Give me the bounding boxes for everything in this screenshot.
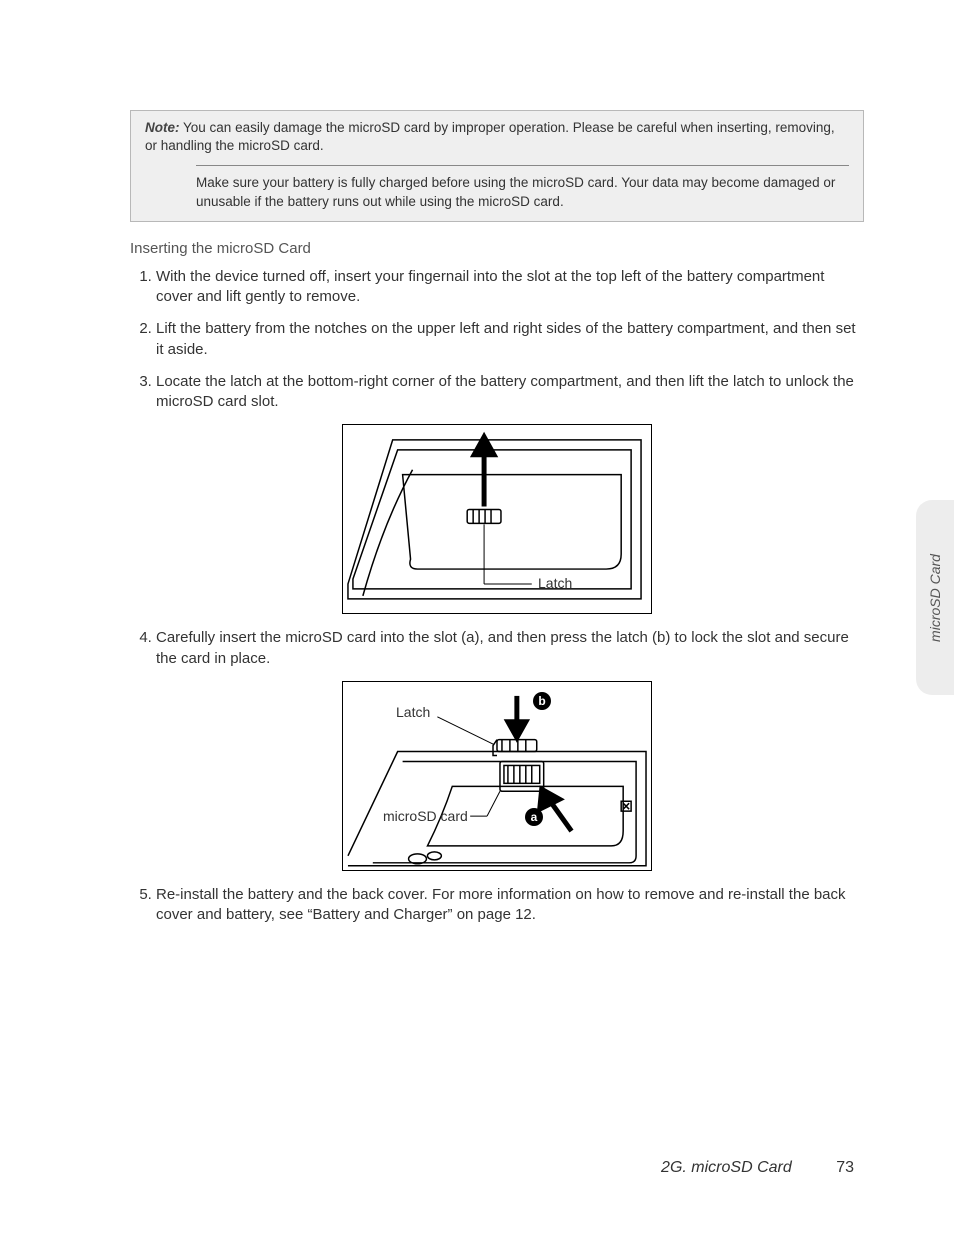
- steps-list: With the device turned off, insert your …: [130, 267, 864, 413]
- figure-2-svg: [343, 682, 651, 871]
- steps-list-2: Carefully insert the microSD card into t…: [130, 628, 864, 669]
- footer-section: 2G. microSD Card: [661, 1159, 792, 1176]
- fig2-latch-label: Latch: [396, 704, 430, 720]
- note-text-1: You can easily damage the microSD card b…: [145, 120, 835, 153]
- fig2-card-label: microSD card: [383, 808, 468, 824]
- side-tab: microSD Card: [916, 500, 954, 695]
- figure-1: Latch: [342, 424, 652, 614]
- page-footer: 2G. microSD Card 73: [661, 1159, 854, 1177]
- step-1: With the device turned off, insert your …: [156, 267, 864, 308]
- step-5: Re-install the battery and the back cove…: [156, 885, 864, 926]
- footer-page-number: 73: [836, 1159, 854, 1176]
- note-label: Note:: [145, 120, 180, 135]
- section-heading: Inserting the microSD Card: [130, 240, 864, 257]
- steps-list-3: Re-install the battery and the back cove…: [130, 885, 864, 926]
- note-divider: [196, 165, 849, 166]
- step-4: Carefully insert the microSD card into t…: [156, 628, 864, 669]
- side-tab-label: microSD Card: [927, 554, 943, 642]
- note-line-1: Note: You can easily damage the microSD …: [145, 119, 849, 155]
- note-text-2: Make sure your battery is fully charged …: [145, 174, 849, 210]
- figure-2: Latch microSD card b a: [342, 681, 652, 871]
- marker-b: b: [533, 692, 551, 710]
- note-box: Note: You can easily damage the microSD …: [130, 110, 864, 222]
- fig1-latch-label: Latch: [538, 575, 572, 591]
- marker-a: a: [525, 808, 543, 826]
- step-3: Locate the latch at the bottom-right cor…: [156, 372, 864, 413]
- step-2: Lift the battery from the notches on the…: [156, 319, 864, 360]
- figure-1-svg: [343, 425, 651, 614]
